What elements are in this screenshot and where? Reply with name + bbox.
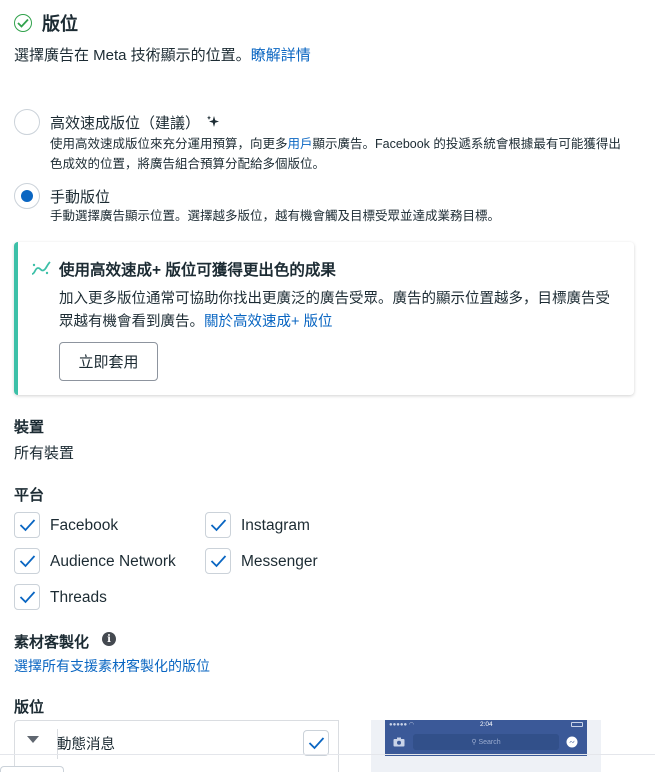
search-icon: ⚲	[471, 739, 479, 746]
preview-top-bar: ●●●●● ◠ 2:04 ⚲ Search	[385, 720, 587, 756]
instagram-label: Instagram	[241, 517, 310, 534]
preview-time: 2:04	[480, 721, 493, 728]
banner-body: 加入更多版位通常可協助你找出更廣泛的廣告受眾。廣告的顯示位置越多，目標廣告受眾越…	[59, 291, 610, 330]
check-circle-icon	[14, 14, 32, 32]
platforms-heading: 平台	[14, 487, 45, 504]
devices-value[interactable]: 所有裝置	[14, 442, 74, 463]
checkmark-icon	[19, 555, 36, 568]
advantage-placements-description: 使用高效速成版位來充分運用預算，向更多用戶顯示廣告。Facebook 的投遞系統…	[50, 134, 630, 174]
devices-heading: 裝置	[14, 419, 45, 436]
threads-label: Threads	[50, 589, 107, 606]
footer-tab[interactable]	[0, 766, 64, 772]
placement-group-feeds: 動態消息	[14, 720, 339, 772]
trend-icon	[31, 261, 51, 275]
messenger-checkbox[interactable]	[205, 548, 231, 574]
instagram-checkbox[interactable]	[205, 512, 231, 538]
facebook-label: Facebook	[50, 517, 119, 534]
banner-accent-bar	[14, 242, 18, 395]
messenger-label: Messenger	[241, 553, 318, 570]
info-icon[interactable]: i	[102, 632, 116, 646]
learn-more-link[interactable]: 瞭解詳情	[251, 47, 311, 64]
checkmark-icon	[19, 519, 36, 532]
audience-network-label: Audience Network	[50, 553, 176, 570]
checkmark-icon	[19, 591, 36, 604]
banner-title: 使用高效速成+ 版位可獲得更出色的成果	[59, 262, 336, 279]
manual-placements-description: 手動選擇廣告顯示位置。選擇越多版位，越有機會觸及目標受眾並達成業務目標。	[50, 209, 501, 223]
threads-checkbox[interactable]	[14, 584, 40, 610]
select-customizable-placements-link[interactable]: 選擇所有支援素材客製化的版位	[14, 656, 210, 676]
checkmark-icon	[210, 519, 227, 532]
feeds-group-label: 動態消息	[57, 737, 115, 753]
section-description: 選擇廣告在 Meta 技術顯示的位置。瞭解詳情	[14, 44, 311, 65]
sparkle-icon	[207, 115, 220, 127]
advantage-recommendation-banner: 使用高效速成+ 版位可獲得更出色的成果 加入更多版位通常可協助你找出更廣泛的廣告…	[14, 242, 634, 395]
battery-icon	[571, 722, 583, 727]
advantage-desc-prefix: 使用高效速成版位來充分運用預算，向更多	[50, 137, 288, 151]
advantage-placements-label-text: 高效速成版位（建議）	[50, 115, 201, 132]
checkmark-icon	[308, 737, 325, 750]
placement-preview: ●●●●● ◠ 2:04 ⚲ Search	[371, 720, 601, 772]
section-title: 版位	[42, 14, 78, 34]
audience-network-checkbox[interactable]	[14, 548, 40, 574]
signal-dots-icon: ●●●●● ◠	[389, 722, 415, 728]
preview-search-text: Search	[478, 738, 501, 746]
description-text: 選擇廣告在 Meta 技術顯示的位置。	[14, 47, 251, 64]
feeds-group-checkbox[interactable]	[303, 730, 329, 756]
preview-search-bar: ⚲ Search	[413, 734, 559, 750]
manual-placements-radio[interactable]	[14, 183, 40, 209]
advantage-plus-link[interactable]: 關於高效速成+ 版位	[204, 314, 333, 330]
checkmark-icon	[210, 555, 227, 568]
camera-icon	[393, 737, 405, 747]
placements-heading: 版位	[14, 699, 45, 716]
users-link[interactable]: 用戶	[288, 137, 313, 151]
footer-divider	[0, 754, 655, 755]
advantage-placements-label: 高效速成版位（建議）	[50, 112, 220, 133]
facebook-checkbox[interactable]	[14, 512, 40, 538]
caret-down-icon[interactable]	[27, 736, 39, 743]
apply-now-button[interactable]: 立即套用	[59, 342, 158, 381]
manual-placements-label: 手動版位	[50, 189, 111, 206]
messenger-icon	[566, 736, 578, 748]
asset-customization-heading: 素材客製化	[14, 634, 90, 651]
advantage-placements-radio[interactable]	[14, 109, 40, 135]
banner-text: 加入更多版位通常可協助你找出更廣泛的廣告受眾。廣告的顯示位置越多，目標廣告受眾越…	[59, 288, 619, 334]
